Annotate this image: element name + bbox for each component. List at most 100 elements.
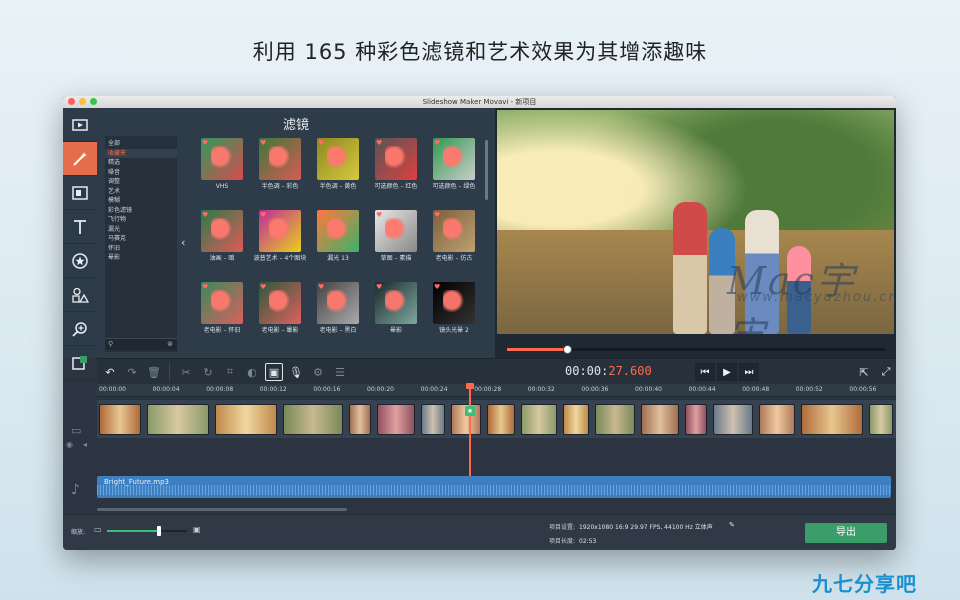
- category-item[interactable]: 精选: [105, 158, 177, 168]
- heart-icon[interactable]: ♥: [260, 139, 266, 147]
- redo-icon[interactable]: ↷: [123, 363, 141, 381]
- category-item[interactable]: 怀旧: [105, 244, 177, 254]
- video-clip[interactable]: [685, 404, 707, 435]
- export-frame-icon[interactable]: ⇱: [855, 363, 873, 381]
- sidebar-item-media[interactable]: [63, 108, 97, 142]
- filter-thumbnail[interactable]: ♥ VHS: [193, 136, 251, 208]
- edit-settings-icon[interactable]: ✎: [729, 521, 735, 529]
- filters-scrollbar[interactable]: [485, 140, 488, 200]
- category-item[interactable]: 全部: [105, 139, 177, 149]
- heart-icon[interactable]: ♥: [202, 139, 208, 147]
- heart-icon[interactable]: ♥: [376, 211, 382, 219]
- filter-thumbnail[interactable]: ♥ 草图 – 素描: [367, 208, 425, 280]
- heart-icon[interactable]: ♥: [318, 211, 324, 219]
- zoom-slider[interactable]: [107, 526, 187, 536]
- heart-icon[interactable]: ♥: [376, 283, 382, 291]
- maximize-button[interactable]: [90, 98, 97, 105]
- cut-icon[interactable]: ✂: [177, 363, 195, 381]
- export-button[interactable]: 导出: [805, 523, 887, 543]
- category-item[interactable]: 漏光: [105, 225, 177, 235]
- filter-thumbnail[interactable]: ♥ 半色调 – 黄色: [309, 136, 367, 208]
- video-clip[interactable]: [487, 404, 515, 435]
- sidebar-item-titles[interactable]: [63, 210, 97, 244]
- audio-clip[interactable]: Bright_Future.mp3: [97, 476, 891, 498]
- sidebar-item-filters[interactable]: [63, 142, 97, 176]
- sidebar-item-shapes[interactable]: [63, 278, 97, 312]
- timeline-ruler[interactable]: 00:00:00 00:00:04 00:00:08 00:00:12 00:00:16…: [97, 384, 896, 397]
- category-item[interactable]: 艺术: [105, 187, 177, 197]
- filter-thumbnail[interactable]: ♥ 晕影: [367, 280, 425, 352]
- preview-progress-bar[interactable]: [507, 345, 885, 354]
- filter-thumbnail[interactable]: ♥ 可选颜色 – 红色: [367, 136, 425, 208]
- eye-icon[interactable]: ◉: [66, 440, 73, 449]
- heart-icon[interactable]: ♥: [318, 139, 324, 147]
- filter-thumbnail[interactable]: ♥ 半色调 – 彩色: [251, 136, 309, 208]
- heart-icon[interactable]: ♥: [434, 283, 440, 291]
- filter-thumbnail[interactable]: ♥ 老电影 – 黑白: [309, 280, 367, 352]
- color-adjust-icon[interactable]: ◐: [243, 363, 261, 381]
- close-button[interactable]: [68, 98, 75, 105]
- filter-thumbnail[interactable]: ♥ 波普艺术 – 4个图块: [251, 208, 309, 280]
- sidebar-item-stickers[interactable]: [63, 244, 97, 278]
- sidebar-item-zoom[interactable]: [63, 312, 97, 346]
- video-clip[interactable]: [869, 404, 893, 435]
- video-clip[interactable]: [99, 404, 141, 435]
- category-item[interactable]: 调整: [105, 177, 177, 187]
- fullscreen-icon[interactable]: ⤢: [877, 363, 895, 381]
- video-clip[interactable]: [421, 404, 445, 435]
- filter-thumbnail[interactable]: ♥ 老电影 – 怀旧: [193, 280, 251, 352]
- filter-thumbnail[interactable]: ♥ 可选颜色 – 绿色: [425, 136, 483, 208]
- chevron-left-icon[interactable]: ‹: [181, 236, 185, 249]
- crop-icon[interactable]: ⌗: [221, 363, 239, 381]
- filter-thumbnail[interactable]: ♥ 老电影 – 暈影: [251, 280, 309, 352]
- mute-icon[interactable]: ◂: [83, 440, 87, 449]
- zoom-in-icon[interactable]: ▣: [193, 525, 201, 534]
- trash-icon[interactable]: 🗑: [145, 363, 163, 381]
- sidebar-item-more[interactable]: [63, 346, 97, 380]
- video-clip[interactable]: [563, 404, 589, 435]
- category-item[interactable]: 模糊: [105, 196, 177, 206]
- video-clip[interactable]: [801, 404, 863, 435]
- video-track[interactable]: [97, 400, 896, 438]
- category-item[interactable]: 飞行物: [105, 215, 177, 225]
- image-icon[interactable]: ▣: [265, 363, 283, 381]
- star-icon[interactable]: ★: [465, 406, 475, 416]
- video-clip[interactable]: [377, 404, 415, 435]
- clear-search-icon[interactable]: ⊗: [167, 340, 173, 348]
- rotate-icon[interactable]: ↻: [199, 363, 217, 381]
- playhead[interactable]: [466, 383, 474, 480]
- skip-back-button[interactable]: ⏮: [695, 363, 715, 381]
- skip-forward-button[interactable]: ⏭: [739, 363, 759, 381]
- video-clip[interactable]: [595, 404, 635, 435]
- heart-icon[interactable]: ♥: [376, 139, 382, 147]
- video-clip[interactable]: [759, 404, 795, 435]
- settings-icon[interactable]: ⚙: [309, 363, 327, 381]
- category-item[interactable]: 晕影: [105, 253, 177, 263]
- video-clip[interactable]: [349, 404, 371, 435]
- microphone-icon[interactable]: 🎙: [287, 363, 305, 381]
- heart-icon[interactable]: ♥: [260, 211, 266, 219]
- heart-icon[interactable]: ♥: [434, 139, 440, 147]
- heart-icon[interactable]: ♥: [202, 283, 208, 291]
- category-item[interactable]: 马赛克: [105, 234, 177, 244]
- video-clip[interactable]: [641, 404, 679, 435]
- video-clip[interactable]: [215, 404, 277, 435]
- video-clip[interactable]: [147, 404, 209, 435]
- heart-icon[interactable]: ♥: [434, 211, 440, 219]
- video-clip[interactable]: [283, 404, 343, 435]
- filter-thumbnail[interactable]: ♥ 漏光 13: [309, 208, 367, 280]
- category-item[interactable]: 收藏夹: [105, 148, 177, 158]
- timeline-scrollbar[interactable]: [97, 508, 347, 511]
- equalizer-icon[interactable]: ☰: [331, 363, 349, 381]
- undo-icon[interactable]: ↶: [101, 363, 119, 381]
- category-item[interactable]: 彩色滤镜: [105, 206, 177, 216]
- zoom-handle[interactable]: [157, 526, 161, 536]
- category-item[interactable]: 噪音: [105, 168, 177, 178]
- zoom-out-icon[interactable]: ▭: [94, 525, 102, 534]
- sidebar-item-transitions[interactable]: [63, 176, 97, 210]
- minimize-button[interactable]: [79, 98, 86, 105]
- category-search[interactable]: ⚲ ⊗: [105, 338, 177, 350]
- heart-icon[interactable]: ♥: [202, 211, 208, 219]
- video-clip[interactable]: [713, 404, 753, 435]
- filter-thumbnail[interactable]: ♥ 镜头光晕 2: [425, 280, 483, 352]
